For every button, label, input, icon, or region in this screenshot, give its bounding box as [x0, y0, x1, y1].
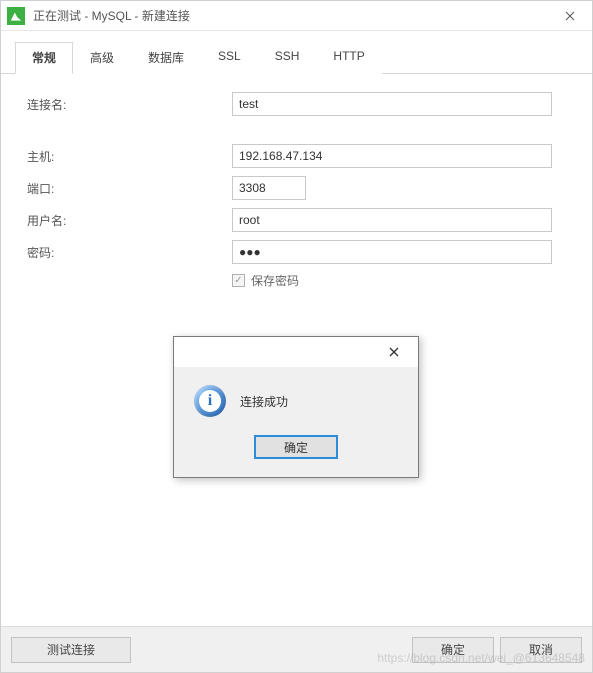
tab-ssh[interactable]: SSH: [258, 42, 317, 74]
save-password-label: 保存密码: [251, 272, 299, 289]
host-label: 主机:: [27, 148, 232, 165]
password-input[interactable]: [232, 240, 552, 264]
tab-advanced[interactable]: 高级: [73, 42, 131, 74]
tab-bar: 常规 高级 数据库 SSL SSH HTTP: [1, 31, 592, 74]
save-password-row: ✓ 保存密码: [232, 272, 566, 289]
tab-ssl[interactable]: SSL: [201, 42, 258, 74]
dialog-message: 连接成功: [240, 393, 288, 410]
ok-button[interactable]: 确定: [412, 637, 494, 663]
connection-name-input[interactable]: [232, 92, 552, 116]
user-label: 用户名:: [27, 212, 232, 229]
port-label: 端口:: [27, 180, 232, 197]
test-connection-button[interactable]: 测试连接: [11, 637, 131, 663]
tab-http[interactable]: HTTP: [316, 42, 381, 74]
user-input[interactable]: [232, 208, 552, 232]
info-icon: i: [194, 385, 226, 417]
footer: 测试连接 确定 取消: [1, 626, 592, 672]
host-input[interactable]: [232, 144, 552, 168]
dialog-titlebar: [174, 337, 418, 367]
save-password-checkbox[interactable]: ✓: [232, 274, 245, 287]
dialog-ok-button[interactable]: 确定: [254, 435, 338, 459]
tab-database[interactable]: 数据库: [131, 42, 201, 74]
password-label: 密码:: [27, 244, 232, 261]
dialog-close-button[interactable]: [374, 339, 414, 365]
window-close-button[interactable]: [548, 1, 592, 30]
titlebar: 正在测试 - MySQL - 新建连接: [1, 1, 592, 31]
tab-general[interactable]: 常规: [15, 42, 73, 74]
port-input[interactable]: [232, 176, 306, 200]
result-dialog: i 连接成功 确定: [173, 336, 419, 478]
window-title: 正在测试 - MySQL - 新建连接: [33, 7, 548, 24]
dialog-body: i 连接成功: [174, 367, 418, 427]
dialog-footer: 确定: [174, 427, 418, 477]
app-icon: [7, 7, 25, 25]
connection-name-label: 连接名:: [27, 96, 232, 113]
cancel-button[interactable]: 取消: [500, 637, 582, 663]
